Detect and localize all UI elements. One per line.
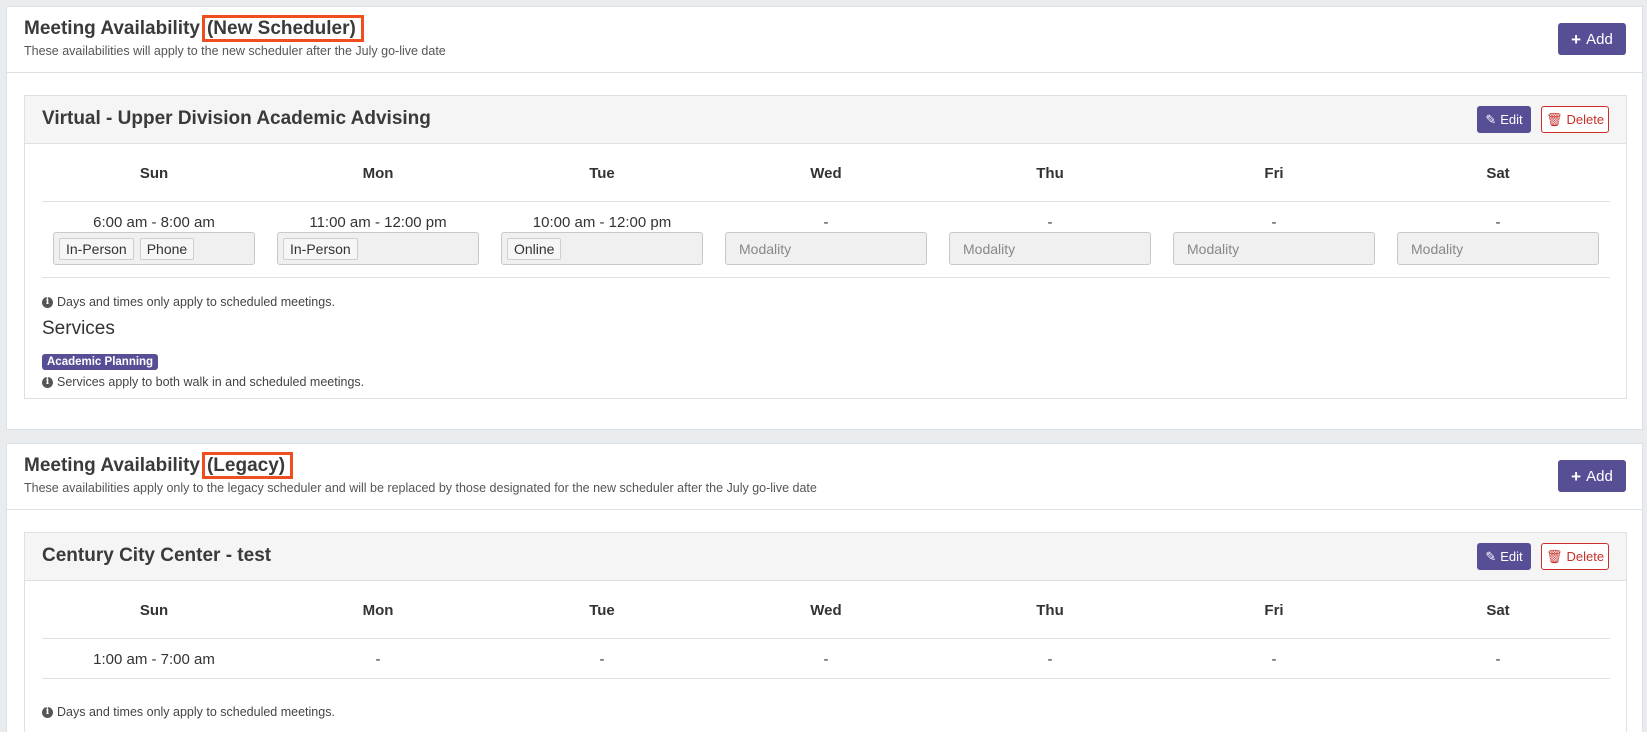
panel-subtitle: These availabilities will apply to the n…: [24, 44, 446, 58]
new-scheduler-panel: Meeting Availability (New Scheduler) Thes…: [6, 6, 1643, 430]
day-header: Mon: [362, 602, 394, 619]
modality-field[interactable]: In-Person Phone: [53, 232, 255, 265]
modality-tag[interactable]: In-Person: [283, 237, 358, 260]
time-range: -: [375, 651, 381, 668]
modality-field[interactable]: In-Person: [277, 232, 479, 265]
day-cell: - Modality: [1386, 202, 1610, 277]
info-circle-icon: i: [42, 706, 53, 718]
modality-placeholder: Modality: [1411, 240, 1464, 257]
day-header: Sun: [139, 602, 169, 619]
time-range: -: [1495, 214, 1501, 231]
day-cell: -: [1386, 639, 1610, 678]
delete-button[interactable]: 🗑 Delete: [1541, 106, 1609, 133]
legacy-panel: Meeting Availability (Legacy) These avail…: [6, 443, 1643, 732]
panel-title: Meeting Availability (Legacy): [24, 452, 294, 479]
info-circle-icon: i: [42, 296, 53, 308]
availability-card: Virtual - Upper Division Academic Advisi…: [24, 95, 1627, 399]
plus-icon: +: [1571, 466, 1582, 486]
edit-button[interactable]: ✎ Edit: [1477, 543, 1531, 570]
highlighted-title-suffix: (Legacy): [201, 452, 294, 479]
day-header: Tue: [589, 602, 615, 619]
day-header: Fri: [1264, 602, 1284, 619]
day-cell: 11:00 am - 12:00 pm In-Person: [266, 202, 490, 277]
card-title: Virtual - Upper Division Academic Advisi…: [42, 108, 431, 129]
day-cell: 10:00 am - 12:00 pm Online: [490, 202, 714, 277]
day-cell: 6:00 am - 8:00 am In-Person Phone: [42, 202, 266, 277]
time-range: -: [823, 214, 829, 231]
day-header: Wed: [810, 602, 842, 619]
info-circle-icon: i: [42, 376, 53, 388]
time-range: -: [1271, 214, 1277, 231]
highlighted-title-suffix: (New Scheduler): [201, 15, 364, 42]
time-range: 11:00 am - 12:00 pm: [309, 214, 447, 231]
card-title: Century City Center - test: [42, 545, 272, 566]
day-header-row: Sun Mon Tue Wed Thu Fri Sat: [42, 154, 1610, 202]
day-cell: -: [490, 639, 714, 678]
edit-button[interactable]: ✎ Edit: [1477, 106, 1531, 133]
time-row: 1:00 am - 7:00 am - - - - - -: [42, 639, 1610, 679]
time-range: -: [599, 651, 605, 668]
schedule-table: Sun Mon Tue Wed Thu Fri Sat 6:00 am - 8:…: [42, 154, 1610, 278]
day-header: Thu: [1036, 165, 1064, 182]
day-header-row: Sun Mon Tue Wed Thu Fri Sat: [42, 591, 1610, 639]
modality-tag[interactable]: In-Person: [59, 237, 134, 260]
time-range: -: [1495, 651, 1501, 668]
day-cell: -: [938, 639, 1162, 678]
days-info-note: i Days and times only apply to scheduled…: [42, 295, 335, 309]
day-cell: -: [1162, 639, 1386, 678]
panel-header: Meeting Availability (New Scheduler) Thes…: [7, 7, 1642, 73]
day-cell: -: [714, 639, 938, 678]
service-badge: Academic Planning: [42, 354, 159, 370]
add-button[interactable]: + Add: [1558, 23, 1626, 55]
time-range: -: [1047, 214, 1053, 231]
card-header: Virtual - Upper Division Academic Advisi…: [25, 96, 1626, 144]
panel-title: Meeting Availability (New Scheduler): [24, 15, 364, 42]
modality-placeholder: Modality: [739, 240, 792, 257]
time-range: 6:00 am - 8:00 am: [93, 214, 215, 231]
time-range: -: [1047, 651, 1053, 668]
day-cell: 1:00 am - 7:00 am: [42, 639, 266, 678]
panel-subtitle: These availabilities apply only to the l…: [24, 481, 817, 495]
time-row: 6:00 am - 8:00 am In-Person Phone 11:00 …: [42, 202, 1610, 278]
add-button[interactable]: + Add: [1558, 460, 1626, 492]
modality-field[interactable]: Modality: [949, 232, 1151, 265]
day-cell: -: [266, 639, 490, 678]
modality-tag[interactable]: Phone: [139, 237, 195, 260]
day-header: Wed: [810, 165, 842, 182]
time-range: -: [1271, 651, 1277, 668]
day-header: Tue: [589, 165, 615, 182]
delete-button[interactable]: 🗑 Delete: [1541, 543, 1609, 570]
day-header: Fri: [1264, 165, 1284, 182]
plus-icon: +: [1571, 29, 1582, 49]
services-info-note: i Services apply to both walk in and sch…: [42, 375, 364, 389]
day-header: Sat: [1486, 165, 1510, 182]
availability-card: Century City Center - test ✎ Edit 🗑 Dele…: [24, 532, 1627, 732]
trash-icon: 🗑: [1545, 548, 1563, 564]
schedule-table: Sun Mon Tue Wed Thu Fri Sat 1:00 am - 7:…: [42, 591, 1610, 679]
modality-placeholder: Modality: [1187, 240, 1240, 257]
panel-header: Meeting Availability (Legacy) These avail…: [7, 444, 1642, 510]
modality-placeholder: Modality: [963, 240, 1016, 257]
card-header: Century City Center - test ✎ Edit 🗑 Dele…: [25, 533, 1626, 581]
day-cell: - Modality: [714, 202, 938, 277]
modality-tag[interactable]: Online: [507, 237, 562, 260]
modality-field[interactable]: Online: [501, 232, 703, 265]
pencil-icon: ✎: [1485, 111, 1497, 127]
time-range: 10:00 am - 12:00 pm: [532, 214, 672, 231]
modality-field[interactable]: Modality: [725, 232, 927, 265]
day-header: Thu: [1036, 602, 1064, 619]
day-header: Mon: [362, 165, 394, 182]
time-range: -: [823, 651, 829, 668]
day-header: Sun: [139, 165, 169, 182]
modality-field[interactable]: Modality: [1173, 232, 1375, 265]
modality-field[interactable]: Modality: [1397, 232, 1599, 265]
days-info-note: i Days and times only apply to scheduled…: [42, 705, 335, 719]
time-range: 1:00 am - 7:00 am: [93, 651, 215, 668]
day-cell: - Modality: [1162, 202, 1386, 277]
day-header: Sat: [1486, 602, 1510, 619]
trash-icon: 🗑: [1545, 111, 1563, 127]
pencil-icon: ✎: [1485, 548, 1497, 564]
day-cell: - Modality: [938, 202, 1162, 277]
services-heading: Services: [42, 318, 115, 339]
